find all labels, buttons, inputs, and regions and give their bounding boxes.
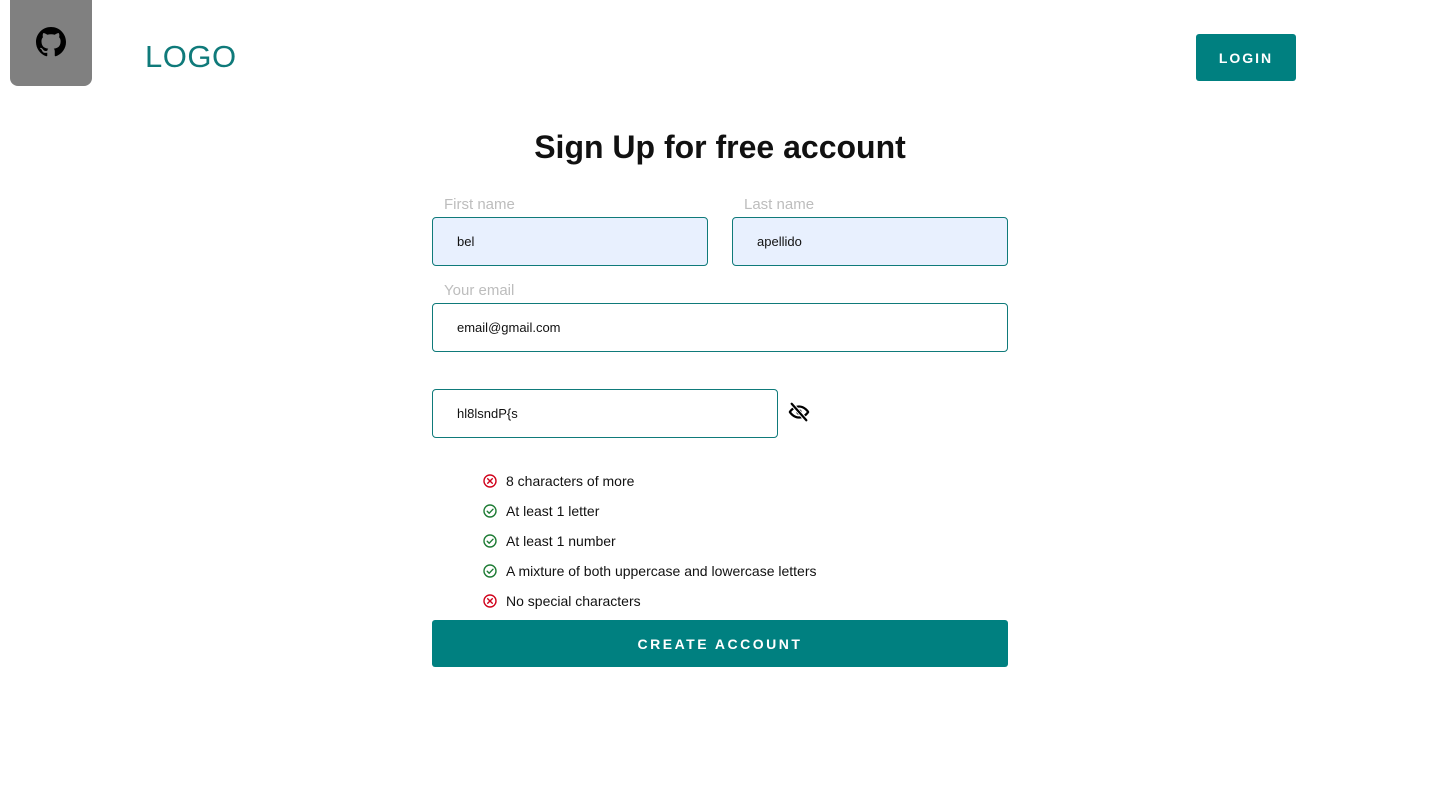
fail-icon	[483, 594, 497, 608]
last-name-label: Last name	[744, 196, 815, 213]
rule-item: A mixture of both uppercase and lowercas…	[483, 556, 817, 586]
rule-text: At least 1 number	[506, 533, 616, 549]
first-name-label: First name	[444, 196, 515, 213]
check-icon	[483, 534, 497, 548]
github-link[interactable]	[10, 0, 92, 86]
rule-text: No special characters	[506, 593, 641, 609]
rule-item: At least 1 letter	[483, 496, 817, 526]
email-label: Your email	[444, 282, 515, 299]
first-name-input[interactable]: bel	[432, 217, 708, 266]
rule-text: A mixture of both uppercase and lowercas…	[506, 563, 817, 579]
page-title: Sign Up for free account	[534, 129, 906, 165]
rule-text: At least 1 letter	[506, 503, 600, 519]
create-account-button[interactable]: CREATE ACCOUNT	[432, 620, 1008, 667]
eye-off-icon[interactable]	[787, 401, 811, 423]
logo[interactable]: LOGO	[145, 39, 237, 75]
rule-text: 8 characters of more	[506, 473, 635, 489]
last-name-input[interactable]: apellido	[732, 217, 1008, 266]
check-icon	[483, 564, 497, 578]
login-button[interactable]: LOGIN	[1196, 34, 1296, 81]
fail-icon	[483, 474, 497, 488]
email-input[interactable]: email@gmail.com	[432, 303, 1008, 352]
rule-item: At least 1 number	[483, 526, 817, 556]
rule-item: No special characters	[483, 586, 817, 616]
password-rules-list: 8 characters of more At least 1 letter A…	[483, 466, 817, 616]
check-icon	[483, 504, 497, 518]
github-icon	[36, 27, 66, 57]
rule-item: 8 characters of more	[483, 466, 817, 496]
password-input[interactable]: hl8lsndP{s	[432, 389, 778, 438]
